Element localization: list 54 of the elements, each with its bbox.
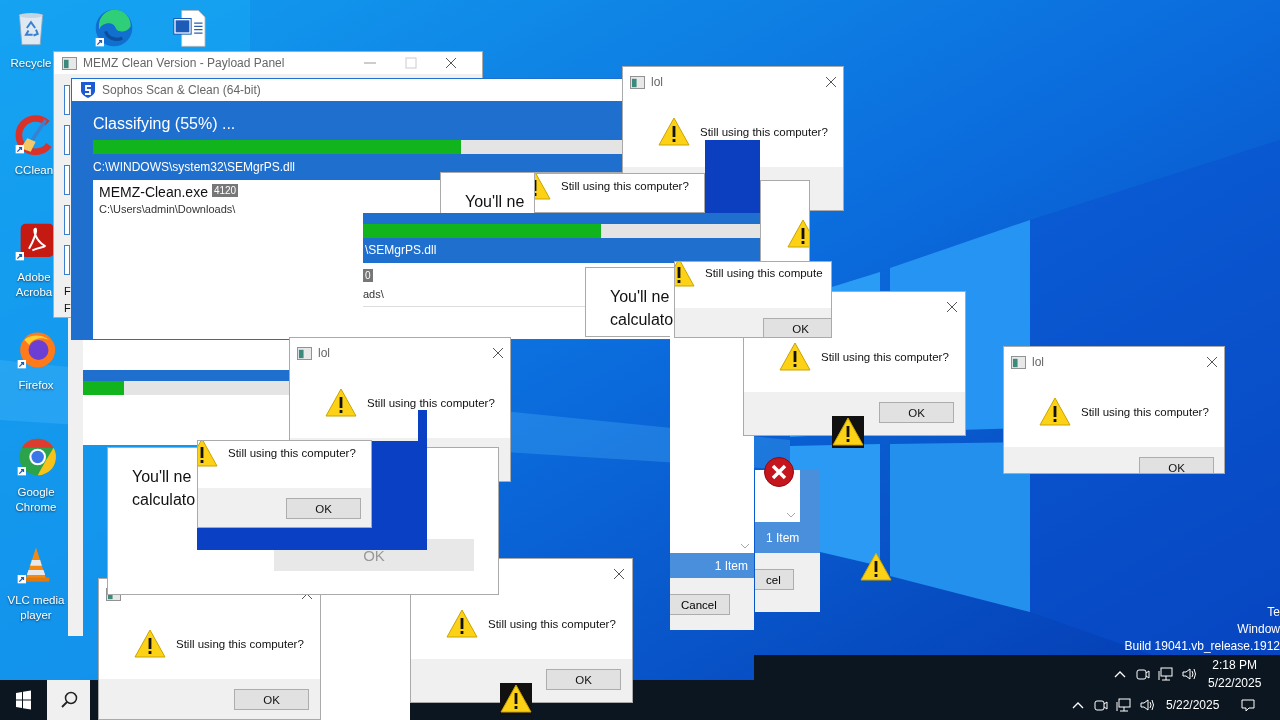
ok-button[interactable]: OK bbox=[879, 402, 954, 423]
folder-path: C:\Users\admin\Downloads\ bbox=[99, 203, 236, 215]
icon-label: Firefox bbox=[18, 378, 54, 393]
status-text: 1 Item bbox=[714, 558, 748, 573]
folder-path: ads\ bbox=[363, 288, 384, 300]
icon-label: Chrome bbox=[15, 500, 57, 515]
watermark-text: Build 19041.vb_release.1912 bbox=[1124, 638, 1280, 655]
cancel-button[interactable]: cel bbox=[755, 569, 794, 591]
message-text: calculato bbox=[132, 490, 196, 510]
message-text: Still using this computer? bbox=[367, 397, 495, 409]
window-title: MEMZ Clean Version - Payload Panel bbox=[83, 56, 285, 70]
message-text: You'll ne bbox=[132, 467, 192, 487]
message-text: You'll ne bbox=[610, 287, 670, 307]
message-text: Still using this compute bbox=[705, 267, 823, 279]
status-text: Classifying (55%) ... bbox=[93, 115, 236, 133]
message-text: You'll ne bbox=[465, 192, 525, 212]
message-text: Still using this computer? bbox=[1081, 406, 1209, 418]
window-title: lol bbox=[318, 346, 330, 360]
watermark-text: Window bbox=[1237, 621, 1280, 638]
payload-button[interactable]: F bbox=[64, 302, 71, 315]
window-title: lol bbox=[651, 75, 663, 89]
message-text: Still using this computer? bbox=[561, 180, 689, 192]
message-text: Still using this computer? bbox=[821, 351, 949, 363]
process-name: MEMZ-Clean.exe bbox=[99, 184, 208, 200]
process-id: 0 bbox=[363, 269, 373, 282]
icon-label: Recycle bbox=[10, 56, 52, 71]
ok-button[interactable]: OK bbox=[1139, 457, 1214, 473]
process-id: 4120 bbox=[211, 184, 239, 197]
cancel-button[interactable]: Cancel bbox=[670, 594, 730, 616]
icon-label: CClean bbox=[14, 163, 54, 178]
clock-date: 5/22/2025 bbox=[1208, 675, 1262, 692]
ok-button[interactable]: OK bbox=[234, 689, 309, 710]
message-text: calculato bbox=[610, 310, 674, 330]
clock-time: 2:18 PM bbox=[1212, 657, 1258, 674]
status-text: 1 Item bbox=[766, 530, 800, 545]
icon-label: Google bbox=[17, 485, 55, 500]
ok-button[interactable]: OK bbox=[286, 498, 361, 519]
message-text: Still using this computer? bbox=[176, 638, 304, 650]
clock-date: 5/22/2025 bbox=[1166, 697, 1220, 714]
ok-button[interactable]: OK bbox=[763, 318, 831, 337]
icon-label: VLC media bbox=[7, 593, 65, 608]
icon-label: player bbox=[20, 608, 52, 623]
message-text: Still using this computer? bbox=[228, 447, 356, 459]
payload-button[interactable]: F bbox=[64, 285, 71, 298]
message-text: Still using this computer? bbox=[700, 126, 828, 138]
file-path: C:\WINDOWS\system32\SEMgrPS.dll bbox=[93, 160, 296, 174]
icon-label: Adobe bbox=[17, 270, 51, 285]
ok-button[interactable]: OK bbox=[546, 669, 621, 690]
window-title: lol bbox=[1032, 355, 1044, 369]
watermark-text: Te bbox=[1267, 604, 1280, 621]
window-title: Sophos Scan & Clean (64-bit) bbox=[102, 83, 261, 97]
file-path: \SEMgrPS.dll bbox=[365, 243, 437, 257]
message-text: Still using this computer? bbox=[488, 618, 616, 630]
icon-label: Acroba bbox=[15, 285, 53, 300]
